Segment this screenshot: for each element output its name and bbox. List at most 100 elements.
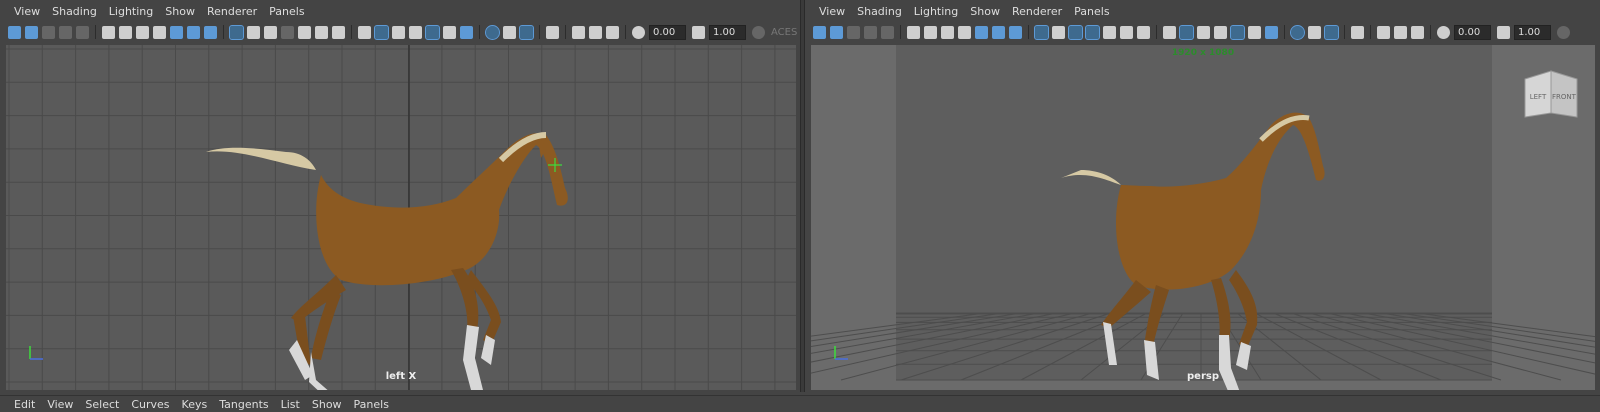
- xray-joints-icon[interactable]: [503, 25, 516, 39]
- xray-components-icon[interactable]: [519, 24, 534, 40]
- select-camera-icon[interactable]: [8, 25, 21, 39]
- gate-mask-icon[interactable]: [1085, 24, 1100, 40]
- field-chart-icon[interactable]: [1103, 25, 1116, 39]
- menu-keys[interactable]: Keys: [182, 398, 208, 411]
- bookmark-icon[interactable]: [42, 25, 55, 39]
- viewcube-icon[interactable]: LEFT FRONT: [1523, 69, 1579, 119]
- resolution-gate-icon[interactable]: [1068, 24, 1083, 40]
- default-material-icon[interactable]: [392, 25, 405, 39]
- xray-icon[interactable]: [485, 24, 500, 40]
- menu-show[interactable]: Show: [312, 398, 342, 411]
- field-chart-icon[interactable]: [298, 25, 311, 39]
- xray-joints-icon[interactable]: [1308, 25, 1321, 39]
- textured-icon[interactable]: [1230, 24, 1245, 40]
- shadows-icon[interactable]: [1265, 25, 1278, 39]
- wireframe-icon[interactable]: [358, 25, 371, 39]
- isolate-select-icon[interactable]: [1351, 25, 1364, 39]
- safe-action-icon[interactable]: [315, 25, 328, 39]
- select-camera-icon[interactable]: [813, 25, 826, 39]
- menu-curves[interactable]: Curves: [131, 398, 169, 411]
- grid-icon[interactable]: [1034, 24, 1049, 40]
- resolution-gate-icon[interactable]: [264, 25, 277, 39]
- bookmark-camera-icon[interactable]: [153, 25, 166, 39]
- left-viewport[interactable]: left X: [6, 45, 796, 390]
- menu-show[interactable]: Show: [165, 5, 195, 18]
- gamma-field[interactable]: 1.00: [1514, 24, 1551, 40]
- menu-shading[interactable]: Shading: [52, 5, 97, 18]
- gamma-icon[interactable]: [692, 25, 705, 39]
- camera-sequencer-icon[interactable]: [941, 25, 954, 39]
- menu-renderer[interactable]: Renderer: [207, 5, 257, 18]
- wireframe-icon[interactable]: [1163, 25, 1176, 39]
- anti-aliasing-icon[interactable]: [606, 25, 619, 39]
- right-viewport[interactable]: 1920 x 1080 LEFT FRONT persp: [811, 45, 1595, 390]
- 2d-pan-icon[interactable]: [881, 25, 894, 39]
- menu-shading[interactable]: Shading: [857, 5, 902, 18]
- exposure-field[interactable]: 0.00: [649, 24, 686, 40]
- bookmark-camera-icon[interactable]: [958, 25, 971, 39]
- image-plane-icon[interactable]: [59, 25, 72, 39]
- 2d-pan-icon[interactable]: [76, 25, 89, 39]
- snap-icon[interactable]: [992, 25, 1005, 39]
- smooth-shade-icon[interactable]: [374, 24, 389, 40]
- menu-view[interactable]: View: [819, 5, 845, 18]
- image-plane-icon[interactable]: [864, 25, 877, 39]
- menu-edit[interactable]: Edit: [14, 398, 35, 411]
- safe-title-icon[interactable]: [1137, 25, 1150, 39]
- camera-move-icon[interactable]: [119, 25, 132, 39]
- menu-select[interactable]: Select: [85, 398, 119, 411]
- film-gate-icon[interactable]: [247, 25, 260, 39]
- default-material-icon[interactable]: [1197, 25, 1210, 39]
- wireframe-on-shaded-icon[interactable]: [1214, 25, 1227, 39]
- camera-sequencer-icon[interactable]: [136, 25, 149, 39]
- menu-tangents[interactable]: Tangents: [219, 398, 268, 411]
- exposure-icon[interactable]: [1437, 25, 1450, 39]
- grid-icon[interactable]: [229, 24, 244, 40]
- camera-attributes-icon[interactable]: [25, 25, 38, 39]
- textured-icon[interactable]: [425, 24, 440, 40]
- exposure-field[interactable]: 0.00: [1454, 24, 1491, 40]
- smooth-shade-icon[interactable]: [1179, 24, 1194, 40]
- motion-blur-icon[interactable]: [589, 25, 602, 39]
- film-gate-icon[interactable]: [1052, 25, 1065, 39]
- gamma-icon[interactable]: [1497, 25, 1510, 39]
- gamma-field[interactable]: 1.00: [709, 24, 746, 40]
- ssao-icon[interactable]: [1377, 25, 1390, 39]
- color-space-label[interactable]: ACES: [771, 27, 797, 38]
- shadows-icon[interactable]: [460, 25, 473, 39]
- camera-move-icon[interactable]: [924, 25, 937, 39]
- isolate-select-icon[interactable]: [546, 25, 559, 39]
- use-lights-icon[interactable]: [443, 25, 456, 39]
- menu-list[interactable]: List: [281, 398, 300, 411]
- menu-lighting[interactable]: Lighting: [914, 5, 958, 18]
- wireframe-on-shaded-icon[interactable]: [409, 25, 422, 39]
- safe-action-icon[interactable]: [1120, 25, 1133, 39]
- camera-attributes-icon[interactable]: [830, 25, 843, 39]
- menu-show[interactable]: Show: [970, 5, 1000, 18]
- grease-pencil-icon[interactable]: [102, 25, 115, 39]
- motion-blur-icon[interactable]: [1394, 25, 1407, 39]
- anti-aliasing-icon[interactable]: [1411, 25, 1424, 39]
- bookmark-icon[interactable]: [847, 25, 860, 39]
- menu-panels[interactable]: Panels: [269, 5, 304, 18]
- snap-icon[interactable]: [187, 25, 200, 39]
- xray-icon[interactable]: [1290, 24, 1305, 40]
- use-lights-icon[interactable]: [1248, 25, 1261, 39]
- manipulator-icon[interactable]: [170, 25, 183, 39]
- menu-panels[interactable]: Panels: [354, 398, 389, 411]
- menu-lighting[interactable]: Lighting: [109, 5, 153, 18]
- gate-mask-icon[interactable]: [281, 25, 294, 39]
- manipulator-icon[interactable]: [975, 25, 988, 39]
- color-management-icon[interactable]: [1557, 25, 1570, 39]
- color-management-icon[interactable]: [752, 25, 765, 39]
- ssao-icon[interactable]: [572, 25, 585, 39]
- menu-panels[interactable]: Panels: [1074, 5, 1109, 18]
- pencil-icon[interactable]: [204, 25, 217, 39]
- safe-title-icon[interactable]: [332, 25, 345, 39]
- menu-view[interactable]: View: [47, 398, 73, 411]
- xray-components-icon[interactable]: [1324, 24, 1339, 40]
- exposure-icon[interactable]: [632, 25, 645, 39]
- grease-pencil-icon[interactable]: [907, 25, 920, 39]
- menu-renderer[interactable]: Renderer: [1012, 5, 1062, 18]
- menu-view[interactable]: View: [14, 5, 40, 18]
